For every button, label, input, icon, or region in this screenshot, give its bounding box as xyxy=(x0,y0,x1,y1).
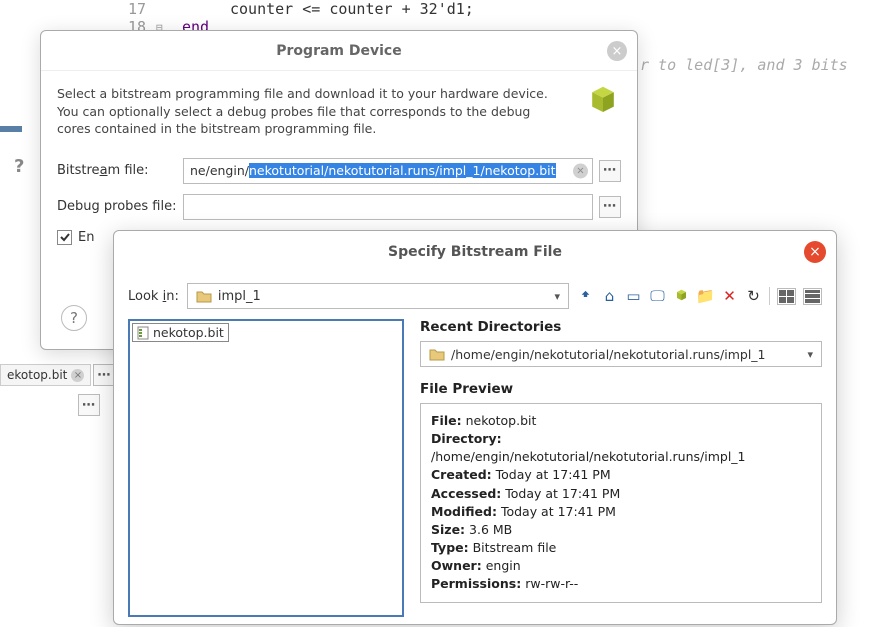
code-comment-bg: r to led[3], and 3 bits xyxy=(640,56,848,74)
delete-icon[interactable]: ✕ xyxy=(721,288,738,305)
code-editor-bg: 17 counter <= counter + 32'd1; 18 ⊟ end xyxy=(120,0,872,30)
chevron-down-icon: ▾ xyxy=(554,290,560,303)
dialog-titlebar: Program Device × xyxy=(41,31,637,71)
dialog-title: Program Device xyxy=(276,43,401,59)
specify-bitstream-dialog: Specify Bitstream File × Look in: impl_1… xyxy=(113,230,837,625)
panel-separator xyxy=(0,126,22,132)
code-text: counter <= counter + 32'd1; xyxy=(170,0,474,18)
checkbox-label: En xyxy=(78,230,94,245)
bitstream-file-label: Bitstream file: xyxy=(57,163,183,178)
folder-icon xyxy=(429,348,445,361)
background-tab-bar: ekotop.bit × ⋯ xyxy=(0,364,115,386)
file-item-selected[interactable]: nekotop.bit xyxy=(132,323,229,342)
recent-directories-select[interactable]: /home/engin/nekotutorial/nekotutorial.ru… xyxy=(420,341,822,367)
dialog-description: Select a bitstream programming file and … xyxy=(41,71,637,152)
new-folder-icon[interactable]: 📁 xyxy=(697,288,714,305)
bitstream-file-icon xyxy=(137,326,149,340)
lookin-label: Look in: xyxy=(128,289,179,304)
vivado-icon[interactable] xyxy=(673,288,690,305)
tab-close-icon[interactable]: × xyxy=(71,369,84,382)
up-arrow-icon[interactable]: 🠹 xyxy=(577,288,594,305)
monitor-icon[interactable]: 🖵 xyxy=(649,288,666,305)
close-button[interactable]: × xyxy=(804,241,826,263)
vivado-logo-icon xyxy=(585,85,621,121)
home-icon[interactable]: ⌂ xyxy=(601,288,618,305)
file-list[interactable]: nekotop.bit xyxy=(128,319,404,617)
browse-bitstream-button[interactable]: ⋯ xyxy=(599,160,621,182)
line-number: 17 xyxy=(120,0,156,18)
folder-icon xyxy=(196,290,212,303)
file-preview-title: File Preview xyxy=(420,381,822,397)
view-list-button[interactable] xyxy=(803,288,822,305)
browse-debug-button[interactable]: ⋯ xyxy=(599,196,621,218)
debug-probes-input[interactable] xyxy=(183,194,593,220)
file-tab[interactable]: ekotop.bit × xyxy=(0,364,91,386)
clear-icon[interactable]: × xyxy=(573,163,588,178)
file-preview-panel: File: nekotop.bit Directory: /home/engin… xyxy=(420,403,822,603)
file-toolbar: 🠹 ⌂ ▭ 🖵 📁 ✕ ↻ xyxy=(577,287,822,305)
debug-probes-label: Debug probes file: xyxy=(57,199,183,214)
help-icon[interactable]: ? xyxy=(14,156,24,177)
chevron-down-icon: ▾ xyxy=(807,348,813,361)
tab-label: ekotop.bit xyxy=(7,368,67,382)
folder-tree-icon[interactable]: ▭ xyxy=(625,288,642,305)
dialog-titlebar: Specify Bitstream File × xyxy=(114,231,836,273)
bitstream-file-input[interactable]: ne/engin/nekotutorial/nekotutorial.runs/… xyxy=(183,158,593,184)
lookin-select[interactable]: impl_1 ▾ xyxy=(187,283,569,309)
dialog-title: Specify Bitstream File xyxy=(388,244,562,260)
panel-overflow-button[interactable]: ⋯ xyxy=(78,394,100,416)
close-button[interactable]: × xyxy=(607,41,627,61)
enable-checkbox[interactable] xyxy=(57,230,72,245)
help-button[interactable]: ? xyxy=(61,305,87,331)
refresh-icon[interactable]: ↻ xyxy=(745,288,762,305)
recent-directories-title: Recent Directories xyxy=(420,319,822,335)
view-grid-button[interactable] xyxy=(777,288,796,305)
